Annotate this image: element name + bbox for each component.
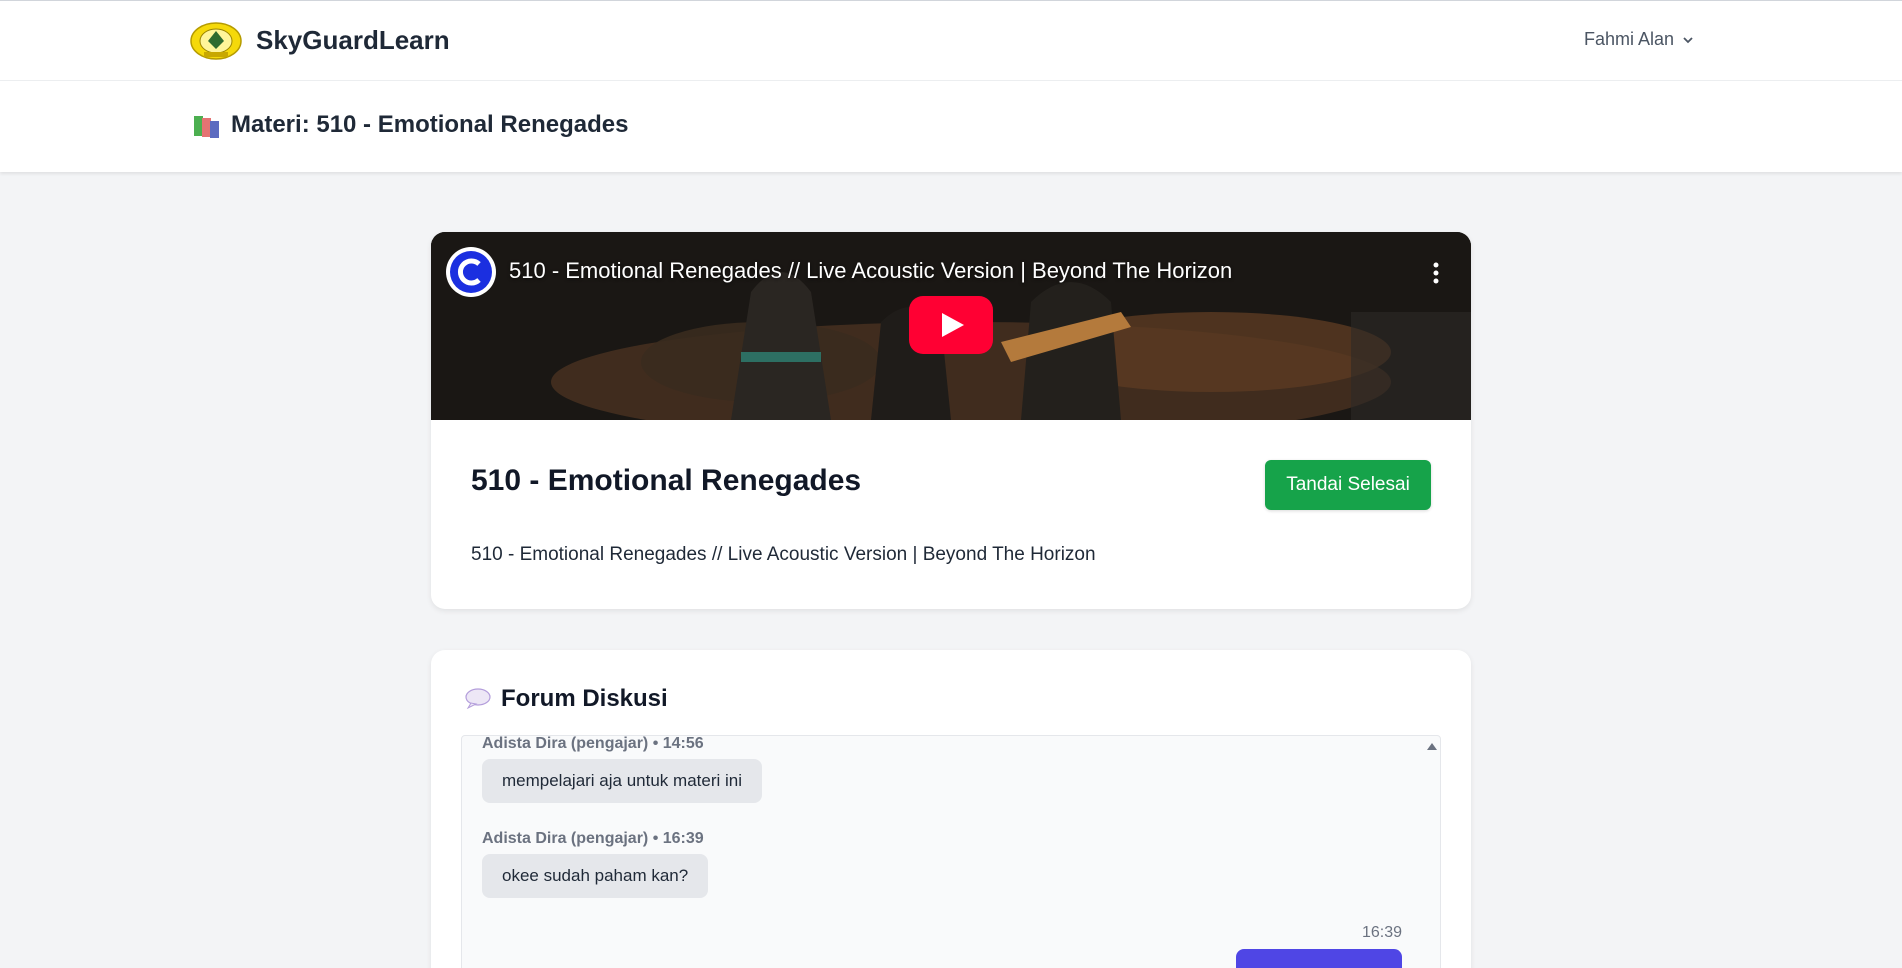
message-bubble: mempelajari aja untuk materi ini: [482, 759, 762, 803]
speech-bubble-icon: [465, 688, 491, 709]
channel-avatar[interactable]: [446, 247, 496, 297]
more-options-icon[interactable]: [1431, 261, 1441, 285]
message-bubble: okee sudah paham kan?: [482, 854, 709, 898]
emblem-logo[interactable]: [190, 19, 242, 61]
books-icon: [194, 116, 219, 138]
material-card: 510 - Emotional Renegades // Live Acoust…: [431, 232, 1471, 609]
play-button[interactable]: [909, 296, 993, 354]
channel-logo-icon: [450, 251, 492, 293]
message-meta: Adista Dira (pengajar) • 16:39: [482, 830, 704, 847]
scroll-up-icon[interactable]: [1426, 741, 1438, 751]
mark-done-button[interactable]: Tandai Selesai: [1265, 460, 1431, 510]
video-embed-title[interactable]: 510 - Emotional Renegades // Live Acoust…: [509, 258, 1232, 284]
own-message-time: 16:39: [1361, 924, 1402, 941]
forum-title: Forum Diskusi: [501, 685, 668, 712]
material-title: 510 - Emotional Renegades: [471, 464, 862, 497]
chat-messages[interactable]: Adista Dira (pengajar) • 14:56 mempelaja…: [461, 735, 1441, 968]
page-header: Materi: 510 - Emotional Renegades: [0, 81, 1902, 172]
video-player[interactable]: 510 - Emotional Renegades // Live Acoust…: [431, 232, 1471, 420]
page-title: Materi: 510 - Emotional Renegades: [231, 111, 629, 138]
user-name: Fahmi Alan: [1584, 29, 1675, 49]
own-message-bubble: [1236, 949, 1402, 968]
user-menu[interactable]: Fahmi Alan: [1584, 29, 1694, 50]
top-navbar: SkyGuardLearn Fahmi Alan: [0, 0, 1902, 81]
material-description: 510 - Emotional Renegades // Live Acoust…: [471, 544, 1096, 565]
brand-name[interactable]: SkyGuardLearn: [256, 25, 450, 56]
chevron-down-icon: [1683, 36, 1693, 43]
message-meta: Adista Dira (pengajar) • 14:56: [482, 735, 704, 752]
discussion-forum: Forum Diskusi Adista Dira (pengajar) • 1…: [431, 650, 1471, 968]
